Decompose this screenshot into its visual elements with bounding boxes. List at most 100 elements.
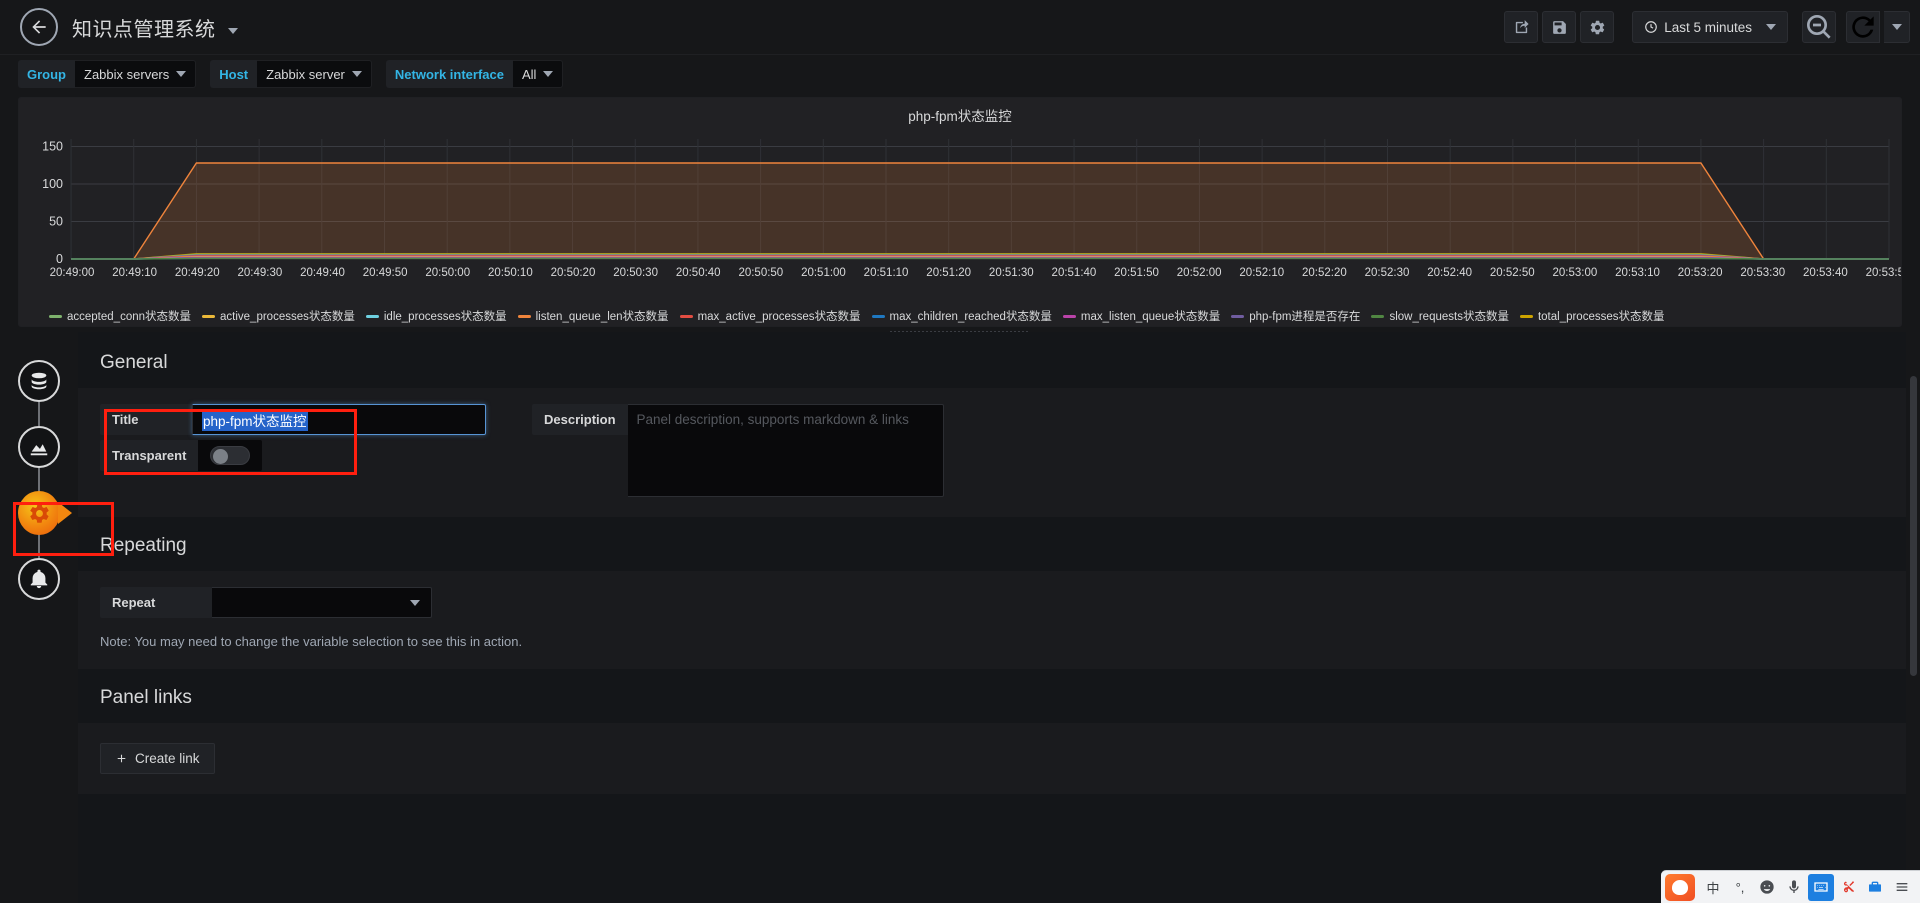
search-minus-icon	[1807, 15, 1831, 39]
rail-item-visualization[interactable]	[18, 426, 60, 468]
svg-text:20:51:10: 20:51:10	[864, 267, 909, 279]
panel-options-editor: General Title php-fpm状态监控 Transparent De…	[78, 332, 1906, 903]
svg-text:20:51:40: 20:51:40	[1052, 267, 1097, 279]
variable-group: Group Zabbix servers	[18, 60, 197, 88]
legend-series-label: idle_processes状态数量	[383, 311, 507, 323]
legend-item[interactable]: idle_processes状态数量	[365, 308, 507, 324]
ime-menu-button[interactable]	[1889, 874, 1915, 901]
title-field: Title php-fpm状态监控	[100, 404, 486, 435]
top-navbar: 知识点管理系统 Last 5 minutes	[0, 0, 1920, 55]
navbar-actions: Last 5 minutes	[1504, 11, 1910, 43]
editor-scrollbar-track[interactable]	[1909, 340, 1918, 899]
variable-value-text: All	[521, 66, 537, 82]
save-button[interactable]	[1542, 11, 1577, 43]
chevron-down-icon	[176, 71, 187, 77]
chevron-down-icon	[543, 71, 554, 77]
dashboard-title-wrap[interactable]: 知识点管理系统	[72, 13, 238, 42]
ime-emoji-button[interactable]	[1754, 874, 1780, 901]
ime-keyboard-button[interactable]	[1808, 873, 1834, 901]
general-options-row: Title php-fpm状态监控 Transparent Descriptio…	[100, 404, 1884, 497]
time-range-picker[interactable]: Last 5 minutes	[1632, 11, 1788, 43]
variable-label-network-interface: Network interface	[385, 60, 513, 88]
ime-language-toggle[interactable]: 中	[1700, 874, 1726, 901]
variable-value-network-interface[interactable]: All	[512, 60, 564, 88]
chevron-down-icon	[1891, 24, 1902, 30]
legend-color-swatch	[202, 314, 216, 318]
smiley-icon	[1760, 880, 1774, 894]
svg-text:20:53:30: 20:53:30	[1740, 267, 1785, 279]
editor-tab-rail	[17, 360, 72, 600]
title-input[interactable]: php-fpm状态监控	[192, 404, 486, 435]
settings-button[interactable]	[1580, 11, 1615, 43]
chevron-down-icon	[1766, 24, 1776, 30]
legend-item[interactable]: max_children_reached状态数量	[871, 308, 1052, 324]
transparent-field: Transparent	[100, 440, 486, 471]
legend-item[interactable]: listen_queue_len状态数量	[517, 308, 669, 324]
legend-series-label: php-fpm进程是否存在	[1249, 311, 1361, 323]
rail-item-queries[interactable]	[18, 360, 60, 402]
svg-text:20:51:30: 20:51:30	[989, 267, 1034, 279]
legend-item[interactable]: slow_requests状态数量	[1371, 308, 1509, 324]
ime-toolbox-button[interactable]	[1862, 874, 1888, 901]
arrow-left-icon	[32, 20, 46, 34]
refresh-icon	[1852, 16, 1874, 38]
create-link-button[interactable]: Create link	[100, 743, 215, 774]
rail-item-general[interactable]	[18, 491, 72, 535]
graph-panel: php-fpm状态监控 0 50 100 150 20:49:00 20:49:10 20:…	[18, 97, 1902, 335]
description-field: Description	[532, 404, 944, 497]
legend-color-swatch	[517, 314, 531, 318]
svg-text:20:49:20: 20:49:20	[175, 267, 220, 279]
variable-value-group[interactable]: Zabbix servers	[75, 60, 197, 88]
gear-wrench-icon	[29, 503, 49, 523]
rail-item-alert[interactable]	[18, 558, 60, 600]
legend-item[interactable]: php-fpm进程是否存在	[1231, 308, 1360, 324]
svg-text:20:51:20: 20:51:20	[926, 267, 971, 279]
svg-text:20:52:30: 20:52:30	[1365, 267, 1410, 279]
legend-item[interactable]: total_processes状态数量	[1519, 308, 1665, 324]
chevron-down-icon	[410, 599, 420, 606]
ime-screenshot-button[interactable]	[1835, 874, 1861, 901]
editor-scrollbar-thumb[interactable]	[1910, 376, 1917, 676]
transparent-toggle[interactable]	[210, 446, 251, 465]
legend-color-swatch	[49, 314, 62, 318]
svg-text:20:52:00: 20:52:00	[1177, 267, 1222, 279]
variable-value-host[interactable]: Zabbix server	[257, 60, 372, 88]
repeat-select[interactable]	[212, 587, 432, 618]
svg-text:50: 50	[49, 215, 63, 229]
description-textarea[interactable]	[627, 404, 944, 497]
legend-color-swatch	[871, 314, 885, 318]
legend-item[interactable]: active_processes状态数量	[202, 308, 355, 324]
svg-text:20:52:40: 20:52:40	[1427, 267, 1472, 279]
share-button[interactable]	[1504, 11, 1539, 43]
zoom-out-button[interactable]	[1802, 11, 1836, 43]
ime-punctuation-toggle[interactable]: °,	[1727, 874, 1753, 901]
back-button[interactable]	[20, 8, 58, 46]
svg-text:20:50:20: 20:50:20	[551, 267, 596, 279]
variable-label-group: Group	[18, 60, 75, 88]
toolbox-icon	[1869, 881, 1881, 892]
ime-toolbar: 中 °,	[1661, 870, 1920, 903]
refresh-button[interactable]	[1846, 11, 1880, 43]
legend-item[interactable]: max_listen_queue状态数量	[1062, 308, 1220, 324]
legend-series-label: max_active_processes状态数量	[697, 311, 861, 323]
graph-axis-labels: 0 50 100 150 20:49:00 20:49:10 20:49:20 20:49:3…	[42, 140, 1901, 280]
floppy-save-icon	[1552, 20, 1566, 34]
legend-color-swatch	[1371, 314, 1385, 318]
svg-text:20:53:50: 20:53:50	[1866, 267, 1901, 279]
graph-plot-area[interactable]: 0 50 100 150 20:49:00 20:49:10 20:49:20 20:49:3…	[19, 127, 1901, 297]
sogou-logo-icon[interactable]	[1665, 873, 1695, 901]
svg-text:20:52:50: 20:52:50	[1490, 267, 1535, 279]
svg-text:20:53:40: 20:53:40	[1803, 267, 1848, 279]
svg-text:150: 150	[42, 140, 63, 154]
refresh-interval-dropdown[interactable]	[1884, 11, 1910, 43]
variable-network-interface: Network interface All	[385, 60, 564, 88]
svg-text:20:50:00: 20:50:00	[425, 267, 470, 279]
bell-icon	[30, 569, 48, 589]
ime-voice-button[interactable]	[1781, 874, 1807, 901]
repeating-section-heading: Repeating	[78, 517, 1906, 571]
svg-text:20:49:10: 20:49:10	[112, 267, 157, 279]
variable-value-text: Zabbix server	[266, 66, 345, 82]
plus-icon	[117, 754, 126, 763]
legend-item[interactable]: accepted_conn状态数量	[49, 308, 191, 324]
legend-item[interactable]: max_active_processes状态数量	[679, 308, 861, 324]
